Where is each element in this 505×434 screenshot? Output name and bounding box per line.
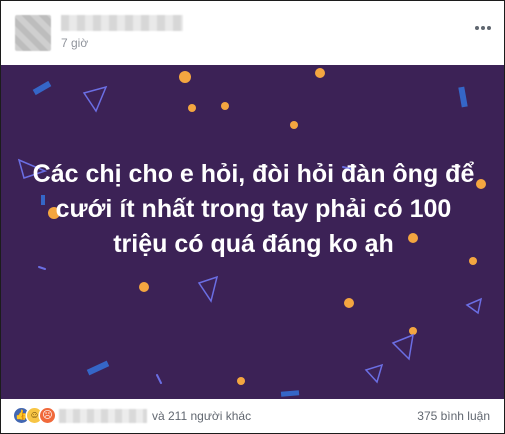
more-options-icon[interactable] xyxy=(475,17,493,30)
reactor-name-blurred[interactable] xyxy=(59,409,147,423)
avatar[interactable] xyxy=(15,15,51,51)
post-status-text: Các chị cho e hỏi, đòi hỏi đàn ông để cư… xyxy=(32,160,475,258)
reactors-count-text[interactable]: và 211 người khác xyxy=(152,409,251,423)
post-background-card: Các chị cho e hỏi, đòi hỏi đàn ông để cư… xyxy=(1,65,504,399)
post-footer: 👍 ☺ ☹ và 211 người khác 375 bình luận xyxy=(1,399,504,433)
post-card-frame: 7 giờ Các chị cho e hỏi, đòi hỏi đàn ông… xyxy=(0,0,505,434)
angry-icon[interactable]: ☹ xyxy=(40,408,55,423)
post-header: 7 giờ xyxy=(1,1,504,59)
author-name-blurred[interactable] xyxy=(61,15,183,31)
post-timestamp[interactable]: 7 giờ xyxy=(61,36,88,50)
comments-count[interactable]: 375 bình luận xyxy=(417,409,490,423)
